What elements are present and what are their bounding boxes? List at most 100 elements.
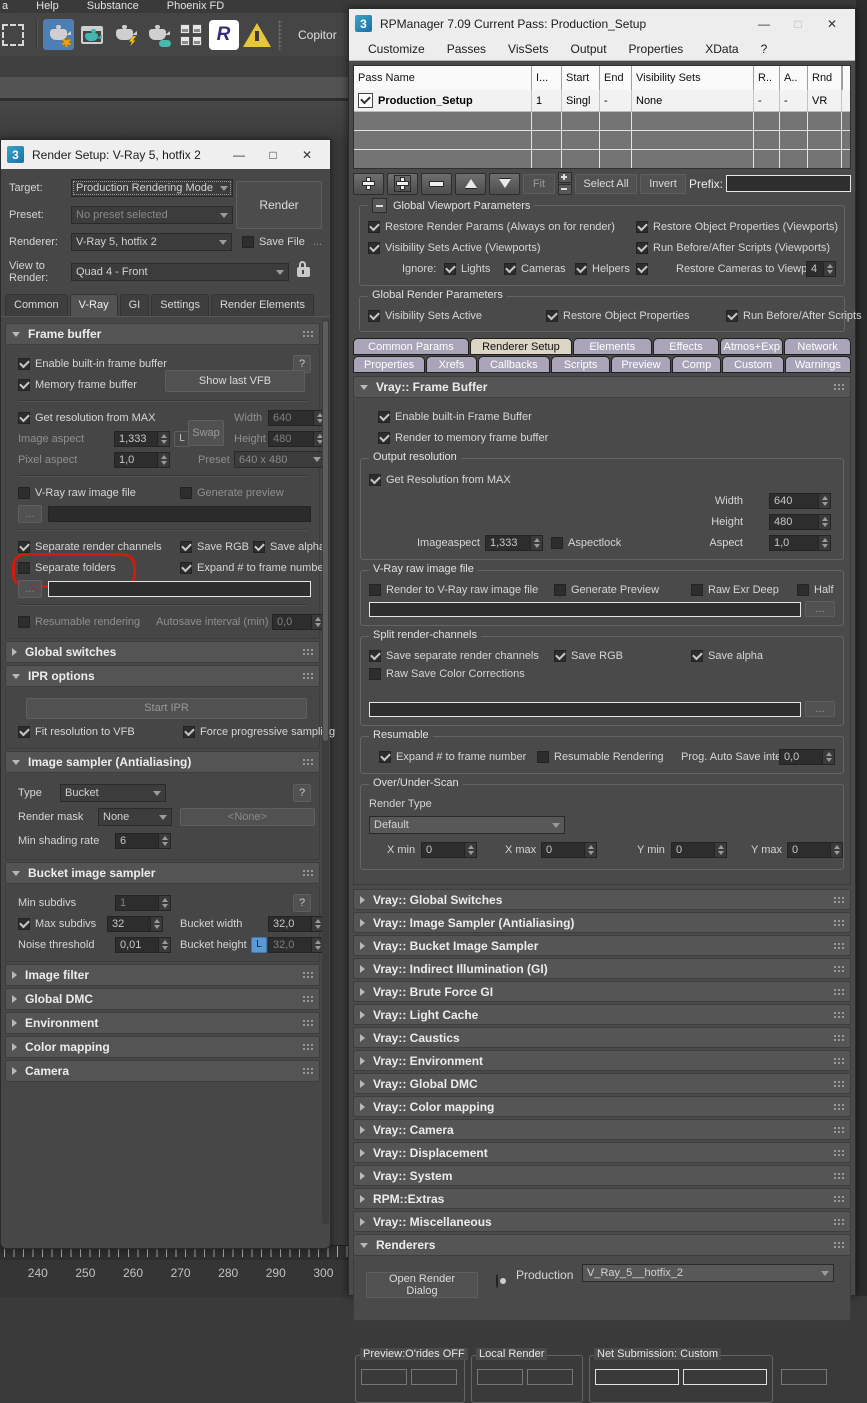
- width-field[interactable]: 640: [769, 493, 831, 509]
- generate-preview-checkbox[interactable]: Generate preview: [180, 487, 284, 499]
- rpm-tab[interactable]: Callbacks: [478, 356, 550, 373]
- aspectlock-checkbox[interactable]: Aspectlock: [551, 537, 621, 549]
- vray-raw-file-checkbox[interactable]: V-Ray raw image file: [18, 487, 136, 499]
- drag-grip-icon[interactable]: [833, 1011, 844, 1019]
- rpm-tab[interactable]: Preview: [611, 356, 670, 373]
- rpm-tab[interactable]: Scripts: [551, 356, 610, 373]
- restore-cameras-field[interactable]: 4: [806, 261, 836, 277]
- force-progressive-checkbox[interactable]: Force progressive sampling: [183, 726, 335, 738]
- spinner-icon[interactable]: [818, 515, 830, 529]
- preset-dropdown[interactable]: No preset selected: [71, 206, 233, 224]
- swap-button[interactable]: Swap: [188, 420, 224, 446]
- rpm-menu-item[interactable]: Passes: [436, 42, 497, 56]
- copitor-button[interactable]: Copitor: [288, 28, 347, 42]
- minimize-icon[interactable]: —: [747, 17, 781, 31]
- footer-button-stub[interactable]: [361, 1369, 407, 1385]
- get-resolution-max-checkbox[interactable]: Get Resolution from MAX: [369, 474, 511, 486]
- rollout-collapsed[interactable]: Vray:: Camera: [353, 1119, 851, 1140]
- xmin-field[interactable]: 0: [421, 842, 477, 858]
- drag-grip-icon[interactable]: [302, 648, 313, 656]
- drag-grip-icon[interactable]: [833, 896, 844, 904]
- visibility-sets-viewports-checkbox[interactable]: Visibility Sets Active (Viewports): [368, 242, 540, 254]
- image-aspect-field[interactable]: 1,333: [114, 431, 170, 447]
- height-field[interactable]: 480: [769, 514, 831, 530]
- raw-file-path-input[interactable]: [48, 506, 311, 522]
- footer-input-stub[interactable]: [683, 1369, 767, 1385]
- rollout-image-sampler[interactable]: Image sampler (Antialiasing): [5, 751, 320, 773]
- selection-region-icon[interactable]: [0, 19, 31, 50]
- timeline-trackbar[interactable]: 240250260270280290300: [0, 1245, 348, 1297]
- pixel-aspect-field[interactable]: 1,0: [114, 452, 170, 468]
- delete-pass-button[interactable]: [421, 173, 452, 195]
- column-header[interactable]: A..: [780, 66, 808, 90]
- pass-enabled-checkbox[interactable]: [358, 93, 373, 108]
- scrollbar-thumb[interactable]: [323, 321, 328, 741]
- rollout-collapsed[interactable]: Vray:: Displacement: [353, 1142, 851, 1163]
- width-field[interactable]: 640: [268, 410, 326, 426]
- spinner-icon[interactable]: [584, 843, 596, 857]
- xmax-field[interactable]: 0: [541, 842, 597, 858]
- run-before-after-scripts-checkbox[interactable]: Run Before/After Scripts: [726, 310, 862, 322]
- spinner-icon[interactable]: [150, 917, 162, 931]
- renderer-plugin-icon[interactable]: R: [208, 19, 239, 50]
- prefix-input[interactable]: [726, 175, 851, 192]
- save-separate-channels-checkbox[interactable]: Save separate render channels: [369, 650, 539, 662]
- raw-color-corrections-checkbox[interactable]: Raw Save Color Corrections: [369, 668, 525, 680]
- generate-preview-checkbox[interactable]: Generate Preview: [554, 584, 659, 596]
- render-mask-dropdown[interactable]: None: [98, 808, 172, 826]
- restore-cameras-checkbox[interactable]: [636, 263, 653, 275]
- minimize-icon[interactable]: —: [222, 148, 256, 162]
- invert-button[interactable]: Invert: [640, 174, 686, 194]
- noise-threshold-field[interactable]: 0,01: [115, 937, 171, 953]
- channels-path-browse-button[interactable]: ...: [18, 580, 42, 598]
- drag-grip-icon[interactable]: [833, 1080, 844, 1088]
- drag-grip-icon[interactable]: [833, 1195, 844, 1203]
- maximize-icon[interactable]: □: [781, 17, 815, 31]
- drag-grip-icon[interactable]: [833, 965, 844, 973]
- collapse-icon[interactable]: [372, 198, 387, 213]
- rpm-tab[interactable]: Effects: [653, 338, 720, 355]
- warning-icon[interactable]: [241, 19, 272, 50]
- rollout-collapsed[interactable]: Vray:: Caustics: [353, 1027, 851, 1048]
- rpm-menu-item[interactable]: Properties: [618, 42, 695, 56]
- autosave-interval-field[interactable]: 0,0: [779, 749, 835, 765]
- restore-render-params-checkbox[interactable]: Restore Render Params (Always on for ren…: [368, 221, 615, 233]
- target-dropdown[interactable]: Production Rendering Mode: [71, 179, 233, 197]
- move-down-button[interactable]: [489, 173, 520, 195]
- separate-channels-checkbox[interactable]: Separate render channels: [18, 541, 162, 553]
- render-button[interactable]: Render: [236, 181, 322, 229]
- memory-framebuffer-checkbox[interactable]: Memory frame buffer: [18, 379, 137, 391]
- footer-button-stub[interactable]: [477, 1369, 523, 1385]
- split-browse-button[interactable]: ...: [805, 701, 835, 717]
- drag-grip-icon[interactable]: [833, 919, 844, 927]
- rpm-tab[interactable]: Network: [784, 338, 851, 355]
- footer-input-stub[interactable]: [595, 1369, 679, 1385]
- spinner-icon[interactable]: [818, 536, 830, 550]
- rollout-collapsed[interactable]: Vray:: Image Sampler (Antialiasing): [353, 912, 851, 933]
- rollout-renderers[interactable]: Renderers: [353, 1234, 851, 1256]
- spinner-icon[interactable]: [158, 834, 170, 848]
- footer-button-stub[interactable]: [527, 1369, 573, 1385]
- drag-grip-icon[interactable]: [833, 988, 844, 996]
- drag-grip-icon[interactable]: [302, 330, 313, 338]
- rpm-tab[interactable]: Elements: [573, 338, 652, 355]
- max-menu-item[interactable]: Substance: [87, 0, 139, 13]
- resumable-rendering-checkbox[interactable]: Resumable rendering: [18, 616, 140, 628]
- spinner-icon[interactable]: [818, 494, 830, 508]
- spinner-icon[interactable]: [830, 843, 842, 857]
- quick-render-icon[interactable]: [109, 19, 140, 50]
- save-alpha-checkbox[interactable]: Save alpha: [691, 650, 763, 662]
- cloud-render-icon[interactable]: [142, 19, 173, 50]
- rollout-collapsed[interactable]: Vray:: Brute Force GI: [353, 981, 851, 1002]
- save-rgb-checkbox[interactable]: Save RGB: [180, 541, 249, 553]
- spinner-icon[interactable]: [157, 453, 169, 467]
- bucket-width-field[interactable]: 32,0: [268, 916, 324, 932]
- render-setup-icon[interactable]: [43, 19, 74, 50]
- column-header[interactable]: Visibility Sets: [632, 66, 754, 90]
- get-resolution-checkbox[interactable]: Get resolution from MAX: [18, 412, 155, 424]
- move-up-button[interactable]: [455, 173, 486, 195]
- column-header[interactable]: Pass Name: [354, 66, 532, 90]
- ignore-cameras-checkbox[interactable]: Cameras: [504, 263, 566, 275]
- maximize-icon[interactable]: □: [256, 148, 290, 162]
- enable-builtin-fb-checkbox[interactable]: Enable built-in Frame Buffer: [378, 411, 532, 423]
